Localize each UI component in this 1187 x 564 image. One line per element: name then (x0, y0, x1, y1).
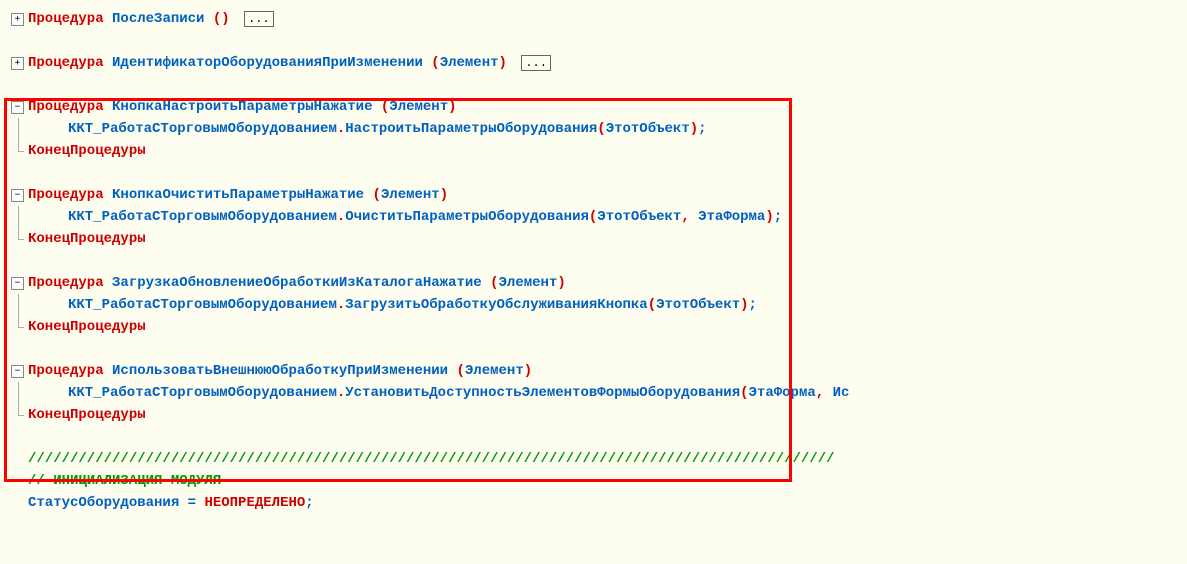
method-name: НастроитьПараметрыОборудования (345, 121, 597, 137)
procedure-name: КнопкаНастроитьПараметрыНажатие (112, 99, 372, 115)
keyword-endprocedure: КонецПроцедуры (28, 231, 146, 247)
code-line[interactable]: Процедура КнопкаНастроитьПараметрыНажати… (28, 96, 1187, 118)
param: Элемент (389, 99, 448, 115)
procedure-name: ПослеЗаписи (112, 11, 204, 27)
argument: ЭтотОбъект (606, 121, 690, 137)
code-line[interactable]: СтатусОборудования = НЕОПРЕДЕЛЕНО; (28, 492, 1187, 514)
keyword-procedure: Процедура (28, 363, 104, 379)
keyword-undefined: НЕОПРЕДЕЛЕНО (204, 495, 305, 511)
fold-toggle[interactable]: + (11, 57, 24, 70)
code-line[interactable]: ККТ_РаботаСТорговымОборудованием.Настрои… (28, 118, 1187, 140)
fold-toggle[interactable]: − (11, 189, 24, 202)
keyword-procedure: Процедура (28, 99, 104, 115)
keyword-procedure: Процедура (28, 11, 104, 27)
argument: ЭтотОбъект (597, 209, 681, 225)
fold-toggle[interactable]: − (11, 101, 24, 114)
param: Элемент (381, 187, 440, 203)
keyword-endprocedure: КонецПроцедуры (28, 319, 146, 335)
keyword-procedure: Процедура (28, 187, 104, 203)
keyword-endprocedure: КонецПроцедуры (28, 407, 146, 423)
argument: ЭтаФорма (698, 209, 765, 225)
keyword-endprocedure: КонецПроцедуры (28, 143, 146, 159)
code-line[interactable]: ////////////////////////////////////////… (28, 448, 1187, 470)
method-name: ЗагрузитьОбработкуОбслуживанияКнопка (345, 297, 647, 313)
keyword-procedure: Процедура (28, 275, 104, 291)
code-line[interactable]: Процедура ЗагрузкаОбновлениеОбработкиИзК… (28, 272, 1187, 294)
object-name: ККТ_РаботаСТорговымОборудованием (68, 209, 337, 225)
code-line[interactable]: КонецПроцедуры (28, 228, 1187, 250)
code-line[interactable]: ККТ_РаботаСТорговымОборудованием.Загрузи… (28, 294, 1187, 316)
code-line[interactable]: Процедура ПослеЗаписи () ... (28, 8, 1187, 30)
argument-truncated: Ис (833, 385, 850, 401)
variable-name: СтатусОборудования (28, 495, 179, 511)
comment-separator: ////////////////////////////////////////… (28, 451, 835, 467)
code-line[interactable]: ККТ_РаботаСТорговымОборудованием.Очистит… (28, 206, 1187, 228)
fold-toggle[interactable]: + (11, 13, 24, 26)
method-name: УстановитьДоступностьЭлементовФормыОбору… (345, 385, 740, 401)
procedure-name: ЗагрузкаОбновлениеОбработкиИзКаталогаНаж… (112, 275, 482, 291)
code-line[interactable]: Процедура ИспользоватьВнешнююОбработкуПр… (28, 360, 1187, 382)
paren-close: ) (221, 11, 229, 27)
code-line[interactable]: КонецПроцедуры (28, 404, 1187, 426)
code-line[interactable]: Процедура ИдентификаторОборудованияПриИз… (28, 52, 1187, 74)
fold-toggle[interactable]: − (11, 365, 24, 378)
object-name: ККТ_РаботаСТорговымОборудованием (68, 385, 337, 401)
paren-open: ( (213, 11, 221, 27)
code-line[interactable]: ККТ_РаботаСТорговымОборудованием.Установ… (28, 382, 1187, 404)
argument: ЭтотОбъект (656, 297, 740, 313)
param: Элемент (465, 363, 524, 379)
object-name: ККТ_РаботаСТорговымОборудованием (68, 297, 337, 313)
method-name: ОчиститьПараметрыОборудования (345, 209, 589, 225)
argument: ЭтаФорма (749, 385, 816, 401)
param: Элемент (499, 275, 558, 291)
procedure-name: ИдентификаторОборудованияПриИзменении (112, 55, 423, 71)
code-line[interactable]: КонецПроцедуры (28, 316, 1187, 338)
collapsed-indicator[interactable]: ... (244, 11, 274, 27)
code-line[interactable]: КонецПроцедуры (28, 140, 1187, 162)
procedure-name: ИспользоватьВнешнююОбработкуПриИзменении (112, 363, 448, 379)
object-name: ККТ_РаботаСТорговымОборудованием (68, 121, 337, 137)
code-line[interactable]: // ИНИЦИАЛИЗАЦИЯ МОДУЛЯ (28, 470, 1187, 492)
param: Элемент (440, 55, 499, 71)
comment-text: // ИНИЦИАЛИЗАЦИЯ МОДУЛЯ (28, 473, 221, 489)
code-line[interactable]: Процедура КнопкаОчиститьПараметрыНажатие… (28, 184, 1187, 206)
collapsed-indicator[interactable]: ... (521, 55, 551, 71)
keyword-procedure: Процедура (28, 55, 104, 71)
procedure-name: КнопкаОчиститьПараметрыНажатие (112, 187, 364, 203)
fold-toggle[interactable]: − (11, 277, 24, 290)
